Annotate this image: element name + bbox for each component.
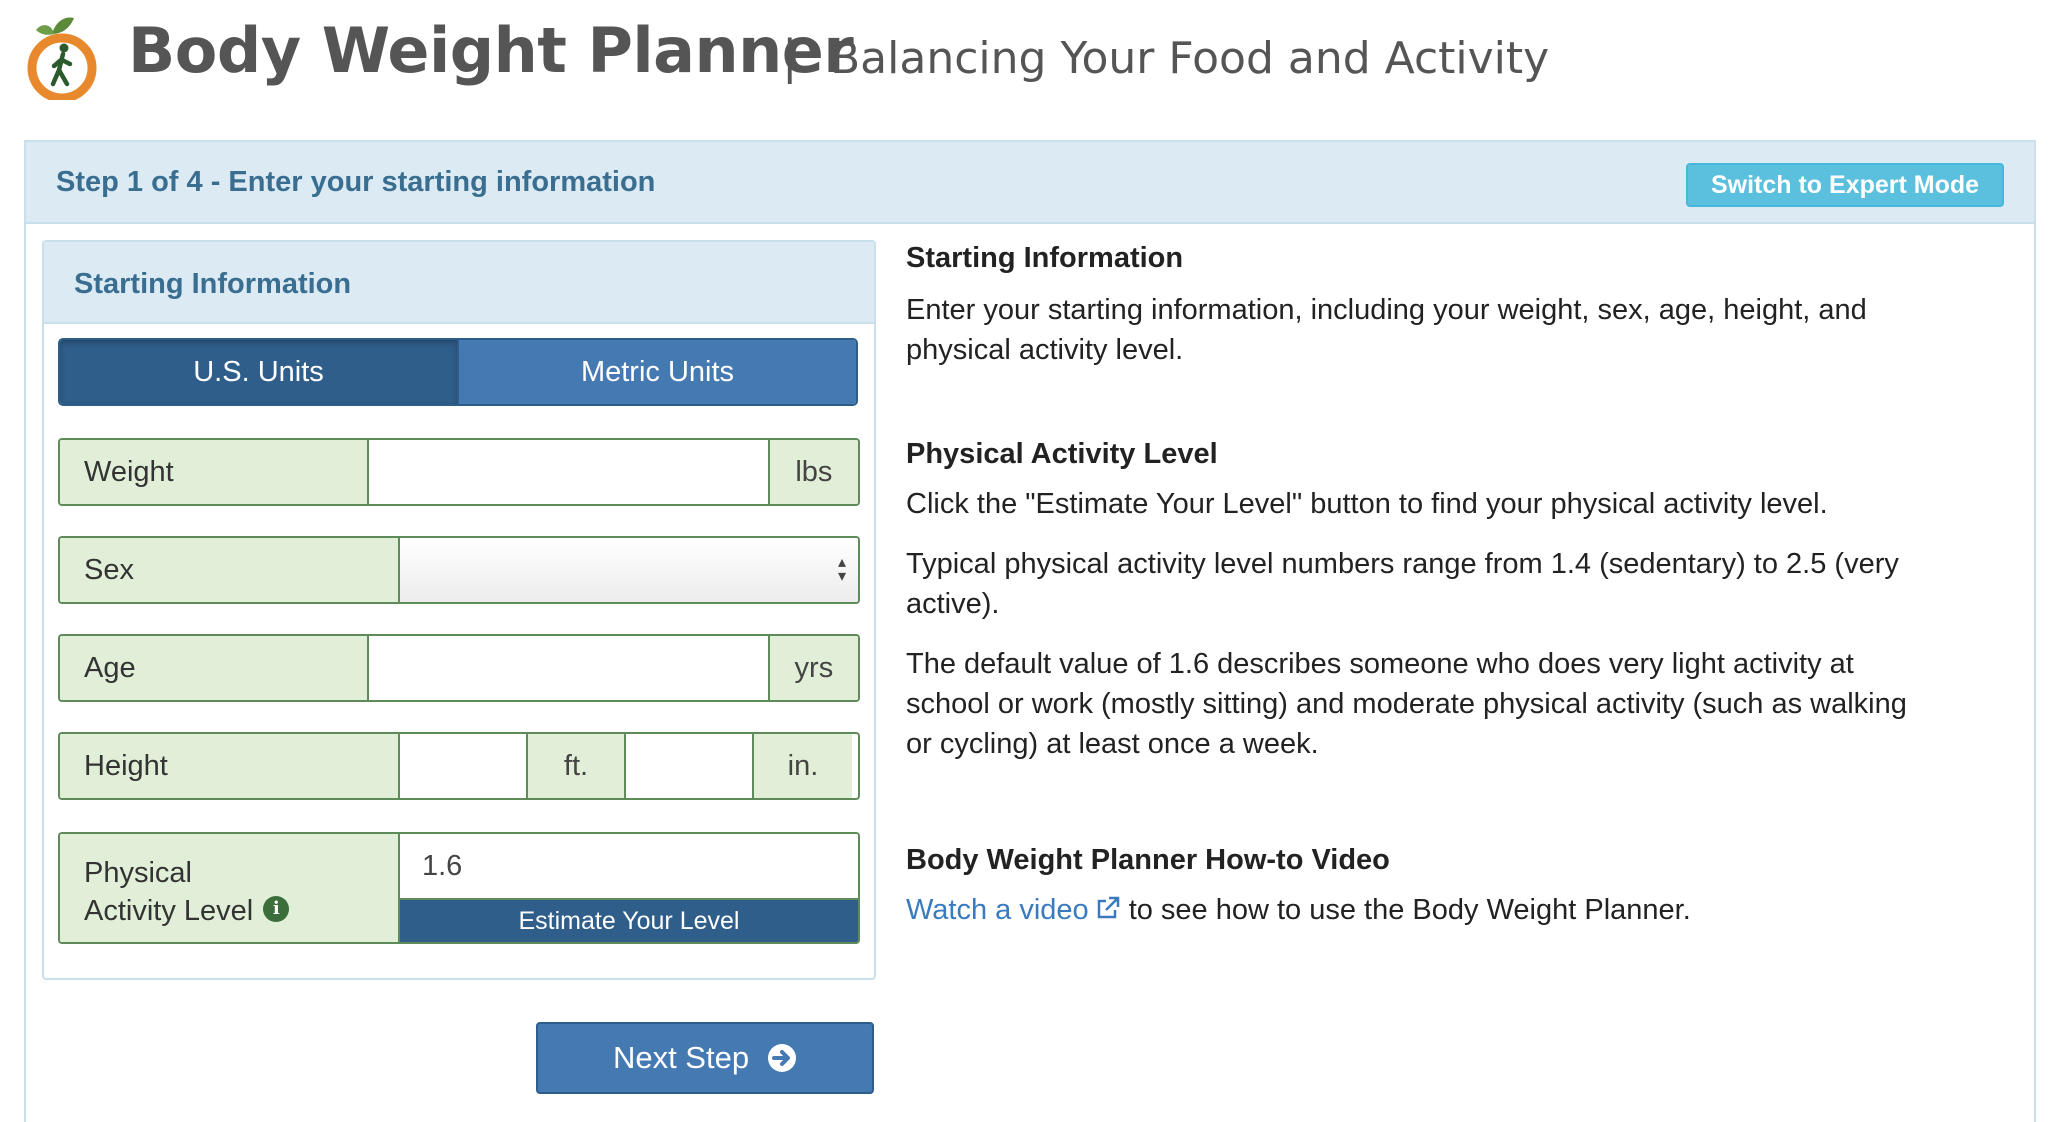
activity-label-line2: Activity Level: [84, 895, 254, 927]
video-heading: Body Weight Planner How-to Video: [906, 844, 1390, 876]
title-divider: |: [782, 30, 798, 84]
app-header: Body Weight Planner | Balancing Your Foo…: [0, 0, 2056, 130]
video-text: to see how to use the Body Weight Planne…: [1128, 894, 1691, 926]
age-row: Age yrs: [58, 634, 860, 702]
step-title: Step 1 of 4 - Enter your starting inform…: [56, 166, 656, 198]
height-row: Height ft. in.: [58, 732, 860, 800]
watch-video-link[interactable]: Watch a video: [906, 894, 1089, 926]
height-label: Height: [60, 734, 400, 798]
height-inches-unit: in.: [752, 734, 852, 798]
walking-person-apple-logo: [27, 17, 97, 100]
age-unit: yrs: [767, 636, 858, 700]
next-step-label: Next Step: [612, 1040, 750, 1075]
arrow-right-circle-icon: [768, 1044, 797, 1072]
estimate-your-level-button[interactable]: Estimate Your Level: [400, 900, 858, 942]
starting-info-heading: Starting Information: [906, 242, 1184, 274]
switch-expert-mode-button[interactable]: Switch to Expert Mode: [1686, 163, 2004, 207]
height-feet-unit: ft.: [526, 734, 626, 798]
pal-text-3: The default value of 1.6 describes someo…: [906, 648, 1907, 760]
weight-label: Weight: [60, 440, 369, 504]
pal-text-1: Click the "Estimate Your Level" button t…: [906, 488, 1828, 520]
form-heading-text: Starting Information: [74, 268, 352, 300]
units-toggle: U.S. Units Metric Units: [58, 338, 858, 406]
next-step-button[interactable]: Next Step: [536, 1022, 874, 1094]
activity-label: Physical Activity Level i: [60, 834, 400, 942]
external-link-icon[interactable]: [1095, 895, 1121, 921]
app-title: Body Weight Planner: [128, 14, 854, 87]
us-units-button[interactable]: U.S. Units: [60, 340, 457, 404]
height-inches-input[interactable]: [626, 734, 752, 798]
pal-heading: Physical Activity Level: [906, 438, 1218, 470]
sex-row: Sex ▴ ▾: [58, 536, 860, 604]
step-heading: Step 1 of 4 - Enter your starting inform…: [26, 142, 2034, 224]
metric-units-button[interactable]: Metric Units: [457, 340, 856, 404]
age-label: Age: [60, 636, 369, 700]
sex-label: Sex: [60, 538, 400, 602]
activity-label-line1: Physical: [84, 857, 192, 889]
activity-controls: Estimate Your Level: [400, 834, 858, 942]
sex-select[interactable]: ▴ ▾: [400, 538, 858, 602]
starting-info-text: Enter your starting information, includi…: [906, 294, 1867, 366]
main-panel: Step 1 of 4 - Enter your starting inform…: [24, 140, 2036, 1122]
age-input[interactable]: [368, 636, 768, 700]
height-feet-input[interactable]: [400, 734, 526, 798]
activity-row: Physical Activity Level i Estimate Your L…: [58, 832, 860, 944]
pal-text-2: Typical physical activity level numbers …: [906, 548, 1899, 620]
activity-level-input[interactable]: [400, 834, 858, 900]
video-text-line: Watch a video to see how to use the Body…: [906, 890, 1916, 930]
weight-unit: lbs: [767, 440, 858, 504]
weight-input[interactable]: [368, 440, 768, 504]
app-subtitle: Balancing Your Food and Activity: [830, 33, 1550, 84]
weight-row: Weight lbs: [58, 438, 860, 506]
starting-information-form: Starting Information U.S. Units Metric U…: [42, 240, 876, 980]
select-arrows-icon: ▴ ▾: [837, 554, 846, 585]
form-heading: Starting Information: [44, 242, 874, 324]
info-icon[interactable]: i: [263, 896, 290, 923]
